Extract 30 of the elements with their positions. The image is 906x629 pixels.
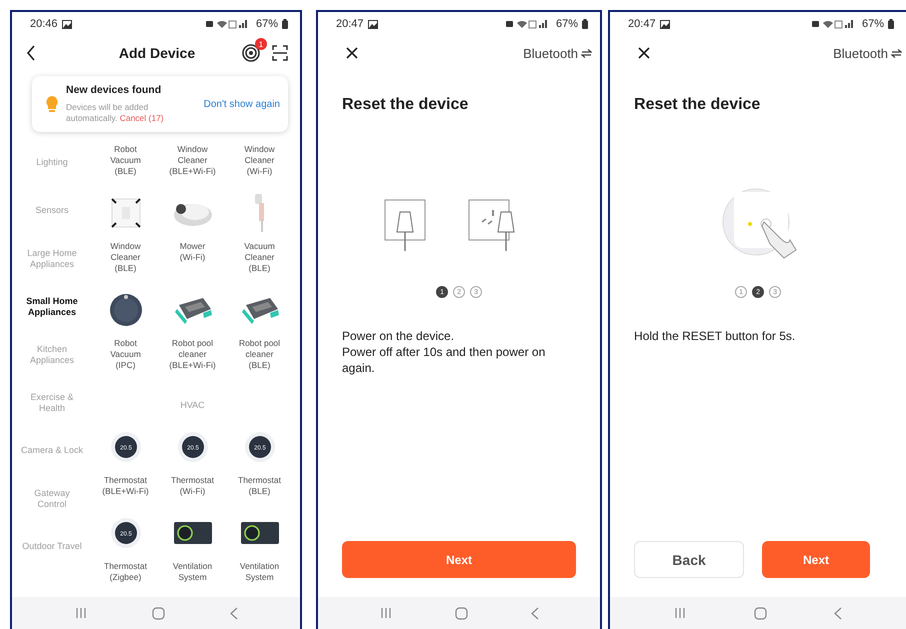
battery-level: 67% <box>256 18 278 30</box>
device-name: Window Cleaner (BLE+Wi-Fi) <box>169 144 216 177</box>
battery-level: 67% <box>862 18 884 30</box>
device-name: Robot Vacuum (IPC) <box>110 338 141 371</box>
status-time: 20:47 <box>336 18 364 30</box>
screen-title: Add Device <box>118 45 196 61</box>
device-name: Thermostat (Zigbee) <box>104 561 147 583</box>
step-title: Reset the device <box>342 96 470 114</box>
status-time: 20:47 <box>628 18 656 30</box>
instructions-text: Power on the device. Power off after 10s and then power on again. <box>342 328 546 377</box>
device-name: Vacuum Cleaner (BLE) <box>244 241 275 274</box>
instructions-text: Hold the RESET button for 5s. <box>634 328 796 344</box>
device-name: Ventilation System <box>240 561 280 583</box>
device-name: Robot pool cleaner (BLE+Wi-Fi) <box>169 338 216 371</box>
device-name: Thermostat (BLE+Wi-Fi) <box>102 475 149 497</box>
popup-message: Devices will be added automatically. Cancel (17) <box>66 102 164 124</box>
device-name: Thermostat (BLE) <box>238 475 281 497</box>
device-name: Thermostat (Wi-Fi) <box>171 475 214 497</box>
device-name: Robot Vacuum (BLE) <box>110 144 141 177</box>
device-name: Ventilation System <box>172 561 212 583</box>
section-heading: HVAC <box>179 399 206 412</box>
status-time: 20:46 <box>30 18 58 30</box>
device-name: Window Cleaner (BLE) <box>110 241 141 274</box>
battery-level: 67% <box>556 18 578 30</box>
device-name: Window Cleaner (Wi-Fi) <box>244 144 275 177</box>
device-name: Robot pool cleaner (BLE) <box>238 338 280 371</box>
notification-badge: 1 <box>255 38 267 50</box>
device-name: Mower (Wi-Fi) <box>180 241 206 263</box>
popup-title: New devices found <box>66 84 162 96</box>
step-title: Reset the device <box>634 96 762 114</box>
